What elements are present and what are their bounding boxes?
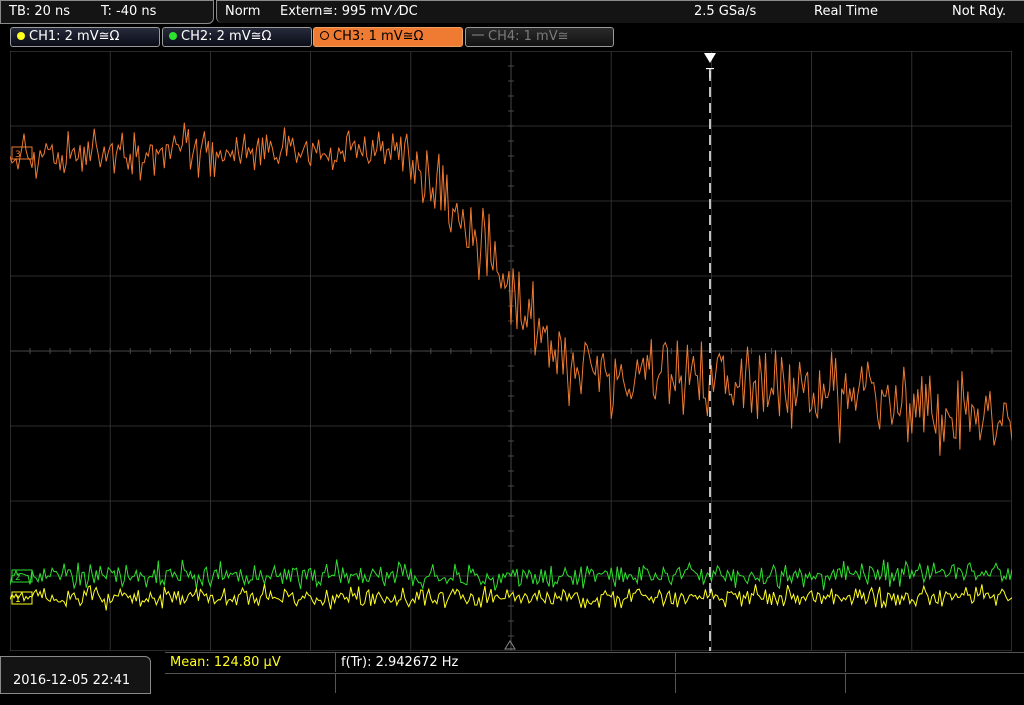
ch2-label: CH2: 2 mV≅Ω [181,29,272,44]
ch2-indicator-icon [169,31,177,40]
ch4-indicator-icon [472,33,484,38]
measurement-slot-5 [165,674,330,693]
measurement-row: Mean: 124.80 µV f(Tr): 2.942672 Hz [165,652,1024,672]
timebase-panel[interactable]: TB: 20 ns T: -40 ns [0,0,214,24]
trigger-status: Not Rdy. [952,4,1007,19]
datetime-panel: 2016-12-05 22:41 [0,656,151,694]
ch4-button[interactable]: CH4: 1 mV≅ [465,27,614,47]
measurement-slot-7 [675,674,841,693]
ch1-label: CH1: 2 mV≅Ω [29,29,120,44]
trigger-marker-label: T [705,67,714,82]
trigger-source: Extern≅: 995 mV ⁄DC [280,4,418,19]
bottom-bar: 2016-12-05 22:41 Mean: 124.80 µV f(Tr): … [0,652,1024,695]
trigger-panel[interactable]: Norm Extern≅: 995 mV ⁄DC 2.5 GSa/s Real … [216,0,1024,23]
measurement-slot-6 [335,674,671,693]
ch3-button[interactable]: CH3: 1 mV≅Ω [313,27,463,47]
svg-text:1: 1 [15,595,21,605]
measurement-slot-3 [675,653,841,672]
ch3-indicator-icon [320,31,329,40]
ch4-label: CH4: 1 mV≅ [488,29,569,44]
ch1-indicator-icon [17,31,25,40]
acquisition-mode: Real Time [814,4,878,19]
svg-text:3: 3 [15,150,21,160]
ch3-label: CH3: 1 mV≅Ω [333,29,424,44]
svg-text:2: 2 [15,573,21,583]
ch1-button[interactable]: CH1: 2 mV≅Ω [10,27,160,47]
measurement-panel[interactable]: Mean: 124.80 µV f(Tr): 2.942672 Hz [165,652,1024,695]
frequency-measurement: f(Tr): 2.942672 Hz [335,653,671,672]
ch2-button[interactable]: CH2: 2 mV≅Ω [162,27,312,47]
measurement-row-2 [165,673,1024,693]
measurement-slot-4 [845,653,1021,672]
trigger-mode: Norm [225,4,261,19]
mean-measurement: Mean: 124.80 µV [170,655,281,670]
waveform-display[interactable]: T 3 2 1 [10,51,1012,651]
datetime: 2016-12-05 22:41 [13,673,131,688]
trigger-offset-value: T: -40 ns [101,4,157,19]
measurement-slot-8 [845,674,1021,693]
top-status-bar: TB: 20 ns T: -40 ns Norm Extern≅: 995 mV… [0,0,1024,25]
sample-rate: 2.5 GSa/s [694,4,757,19]
timebase-value: TB: 20 ns [9,4,71,19]
